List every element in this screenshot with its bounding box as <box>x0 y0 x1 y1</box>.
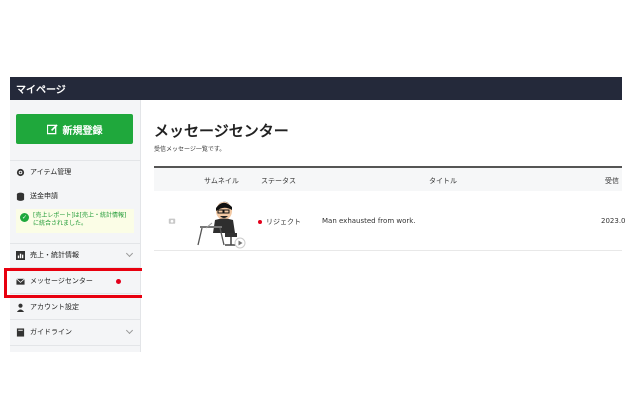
database-icon <box>16 192 25 201</box>
status-text: リジェクト <box>266 218 301 226</box>
sidebar-item-remittance[interactable]: 送金申請 <box>10 185 140 207</box>
sidebar-item-sales-stats[interactable]: 売上・統計情報 <box>10 244 140 266</box>
table-header: サムネイル ステータス タイトル 受信 <box>154 166 622 191</box>
sidebar-item-label: ガイドライン <box>30 328 72 336</box>
app-title: マイページ <box>16 85 66 96</box>
sidebar: 新規登録 アイテム管理 送金申請 ✓ [売上レポート]は[売上・統計情報]に統合… <box>10 100 141 352</box>
gear-icon <box>16 168 25 176</box>
divider <box>10 345 140 346</box>
column-header-date: 受信 <box>605 177 619 185</box>
main-content: メッセージセンター 受信メッセージ一覧です。 サムネイル ステータス タイトル … <box>142 100 626 352</box>
favorite-icon[interactable] <box>168 217 176 225</box>
notice-text: [売上レポート]は[売上・統計情報]に統合されました。 <box>33 212 127 227</box>
check-icon: ✓ <box>20 213 29 222</box>
new-registration-button[interactable]: 新規登録 <box>16 114 133 144</box>
sidebar-item-item-management[interactable]: アイテム管理 <box>10 161 140 183</box>
new-registration-label: 新規登録 <box>62 125 103 137</box>
status-dot <box>258 220 262 224</box>
chevron-down-icon <box>125 249 134 258</box>
bar-chart-icon <box>16 250 25 260</box>
status-badge: リジェクト <box>258 217 301 227</box>
message-title[interactable]: Man exhausted from work. <box>322 217 416 225</box>
book-icon <box>16 327 25 337</box>
sidebar-item-label: アカウント設定 <box>30 303 79 311</box>
sidebar-item-label: アイテム管理 <box>30 168 72 176</box>
divider <box>10 319 140 320</box>
column-header-thumbnail: サムネイル <box>204 177 239 185</box>
thumbnail-image[interactable] <box>192 199 250 249</box>
page-title: メッセージセンター <box>154 122 289 140</box>
edit-icon <box>46 123 58 134</box>
table-row[interactable]: リジェクト Man exhausted from work. 2023.0 <box>154 191 626 251</box>
chevron-down-icon <box>125 326 134 335</box>
sidebar-item-label: 売上・統計情報 <box>30 251 79 259</box>
received-date: 2023.0 <box>601 217 626 225</box>
sidebar-item-label: 送金申請 <box>30 192 58 200</box>
annotation-highlight-box <box>4 268 150 298</box>
top-header-bar: マイページ <box>10 77 622 100</box>
page-subtitle: 受信メッセージ一覧です。 <box>154 146 226 153</box>
column-header-status: ステータス <box>261 177 296 185</box>
merge-notice: ✓ [売上レポート]は[売上・統計情報]に統合されました。 <box>16 209 134 233</box>
person-icon <box>16 303 25 312</box>
sidebar-item-account-settings[interactable]: アカウント設定 <box>10 296 140 318</box>
column-header-title: タイトル <box>429 177 457 185</box>
sidebar-item-guidelines[interactable]: ガイドライン <box>10 321 140 343</box>
